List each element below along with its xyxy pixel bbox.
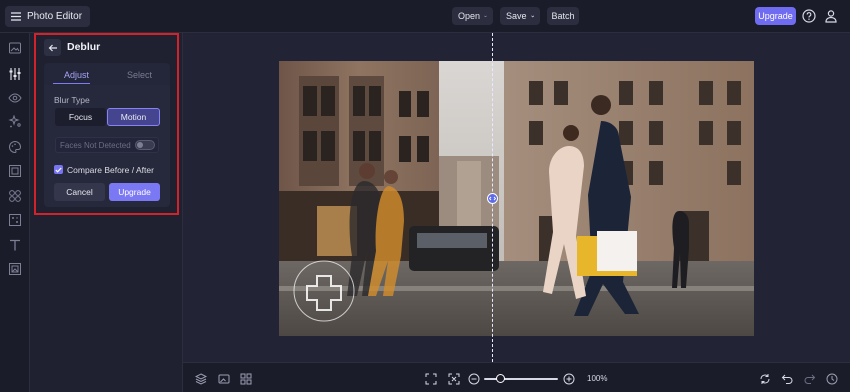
palette-icon[interactable]	[8, 140, 22, 154]
open-label: Open	[458, 11, 481, 21]
image-compare-icon[interactable]	[218, 373, 230, 385]
redo-icon[interactable]	[804, 373, 816, 385]
app-menu-button[interactable]: Photo Editor	[5, 6, 91, 27]
image-icon[interactable]	[8, 41, 22, 55]
history-icon[interactable]	[826, 373, 838, 385]
batch-button[interactable]: Batch	[547, 7, 579, 25]
split-handle[interactable]	[487, 193, 498, 204]
hamburger-menu-icon	[11, 12, 21, 21]
upgrade-top-button[interactable]: Upgrade	[755, 7, 796, 25]
texture-icon[interactable]	[8, 213, 22, 227]
chevron-down-icon	[484, 15, 487, 17]
reset-icon[interactable]	[759, 373, 771, 385]
user-account-icon[interactable]	[823, 8, 839, 24]
chevron-down-icon	[530, 15, 534, 17]
effects-sparkle-icon[interactable]	[8, 115, 22, 129]
zoom-out-icon[interactable]	[468, 373, 480, 385]
graphics-icon[interactable]	[8, 189, 22, 203]
app-title: Photo Editor	[27, 11, 83, 22]
text-icon[interactable]	[8, 238, 22, 252]
batch-label: Batch	[551, 11, 575, 21]
panel-highlight-box	[34, 33, 179, 215]
drag-arrows-icon	[489, 196, 496, 201]
save-label: Save	[506, 11, 527, 21]
zoom-level: 100%	[587, 374, 608, 383]
frame-icon[interactable]	[8, 164, 22, 178]
eye-icon[interactable]	[8, 91, 22, 105]
photo-preview[interactable]	[279, 61, 754, 336]
help-icon[interactable]	[801, 8, 817, 24]
open-button[interactable]: Open	[452, 7, 493, 25]
street-photo	[279, 61, 754, 336]
layers-icon[interactable]	[195, 373, 207, 385]
fit-screen-icon[interactable]	[425, 373, 437, 385]
undo-icon[interactable]	[781, 373, 793, 385]
zoom-in-icon[interactable]	[563, 373, 575, 385]
collage-icon[interactable]	[8, 262, 22, 276]
actual-size-icon[interactable]	[448, 373, 460, 385]
zoom-slider-handle[interactable]	[496, 374, 505, 383]
save-button[interactable]: Save	[500, 7, 540, 25]
bottom-bar	[183, 362, 850, 392]
top-bar	[0, 0, 850, 33]
grid-icon[interactable]	[240, 373, 252, 385]
adjust-sliders-icon[interactable]	[8, 67, 22, 81]
